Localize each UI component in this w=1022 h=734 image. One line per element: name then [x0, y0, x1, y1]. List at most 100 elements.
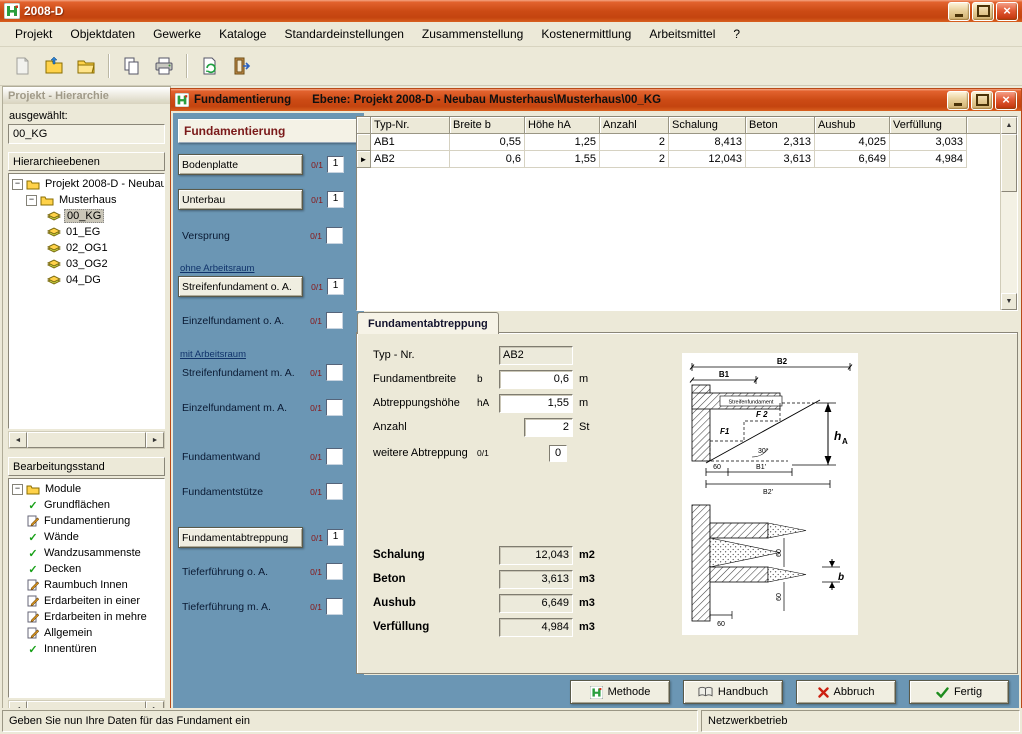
- selected-value-field[interactable]: 00_KG: [8, 124, 165, 144]
- einzelfundament-oa-button[interactable]: Einzelfundament o. A.: [178, 313, 302, 329]
- tab-fundamentabtreppung[interactable]: Fundamentabtreppung: [357, 312, 499, 334]
- collapse-icon[interactable]: −: [12, 484, 23, 495]
- count-field[interactable]: [326, 227, 343, 244]
- menubar: Projekt Objektdaten Gewerke Kataloge Sta…: [0, 22, 1022, 47]
- table-vscrollbar[interactable]: ▲ ▼: [1000, 117, 1017, 310]
- maximize-button[interactable]: [972, 2, 994, 21]
- minimize-button[interactable]: [947, 91, 969, 110]
- typ-field[interactable]: AB2: [499, 346, 573, 365]
- anzahl-field[interactable]: 2: [524, 418, 573, 437]
- versprung-button[interactable]: Versprung: [178, 228, 302, 244]
- row-selector[interactable]: [357, 134, 371, 151]
- count-field[interactable]: [326, 399, 343, 416]
- open-project-button[interactable]: [40, 52, 68, 80]
- abtreppungshoehe-field[interactable]: 1,55: [499, 394, 573, 413]
- module-item[interactable]: ✓ Decken: [9, 561, 164, 577]
- copy-button[interactable]: [118, 52, 146, 80]
- bodenplatte-button[interactable]: Bodenplatte: [178, 154, 303, 175]
- menu-zusammenstellung[interactable]: Zusammenstellung: [413, 24, 532, 44]
- aushub-row: Aushub 6,649 m3: [373, 594, 595, 612]
- print-icon: [154, 56, 174, 76]
- tree-item-floor[interactable]: 00_KG: [9, 208, 164, 224]
- count-field[interactable]: [326, 448, 343, 465]
- fundamentabtreppung-button[interactable]: Fundamentabtreppung: [178, 527, 303, 548]
- tree-item-project[interactable]: − Projekt 2008-D - Neubau: [9, 176, 164, 192]
- tree-item-floor[interactable]: 01_EG: [9, 224, 164, 240]
- tree-item-building[interactable]: − Musterhaus: [9, 192, 164, 208]
- count-field[interactable]: [326, 364, 343, 381]
- module-item[interactable]: ✓ Wände: [9, 529, 164, 545]
- table-row-selected[interactable]: ► AB2 0,6 1,55 2 12,043 3,613 6,649 4,98…: [357, 151, 1017, 168]
- streifenfundament-ma-button[interactable]: Streifenfundament m. A.: [178, 365, 302, 381]
- current-row-marker-icon[interactable]: ►: [357, 151, 371, 168]
- tree-item-modules-root[interactable]: − Module: [9, 481, 164, 497]
- scroll-right-icon[interactable]: ►: [146, 432, 164, 448]
- module-content: Fundamentierung Bodenplatte 0/1 1 Unterb…: [171, 111, 1021, 711]
- module-item[interactable]: Raumbuch Innen: [9, 577, 164, 593]
- count-field[interactable]: 1: [327, 278, 344, 295]
- new-document-button[interactable]: [8, 52, 36, 80]
- unterbau-button[interactable]: Unterbau: [178, 189, 303, 210]
- folder-button[interactable]: [72, 52, 100, 80]
- module-item[interactable]: ✓ Grundflächen: [9, 497, 164, 513]
- scroll-thumb[interactable]: [1001, 134, 1017, 192]
- fertig-button[interactable]: Fertig: [909, 680, 1009, 704]
- count-field[interactable]: 1: [327, 191, 344, 208]
- tieferfuehrung-ma-button[interactable]: Tieferführung m. A.: [178, 599, 302, 615]
- fundamentbreite-field[interactable]: 0,6: [499, 370, 573, 389]
- collapse-icon[interactable]: −: [26, 195, 37, 206]
- minimize-button[interactable]: [948, 2, 970, 21]
- abbruch-button[interactable]: Abbruch: [796, 680, 896, 704]
- scroll-up-icon[interactable]: ▲: [1001, 117, 1017, 134]
- module-item[interactable]: ✓ Innentüren: [9, 641, 164, 657]
- collapse-icon[interactable]: −: [12, 179, 23, 190]
- hierarchy-hscrollbar[interactable]: ◄ ►: [8, 431, 165, 449]
- einzelfundament-ma-button[interactable]: Einzelfundament m. A.: [178, 400, 302, 416]
- menu-standardeinstellungen[interactable]: Standardeinstellungen: [275, 24, 412, 44]
- menu-gewerke[interactable]: Gewerke: [144, 24, 210, 44]
- close-button[interactable]: ×: [996, 2, 1018, 21]
- menu-kataloge[interactable]: Kataloge: [210, 24, 275, 44]
- foundation-table: Typ-Nr. Breite b Höhe hA Anzahl Schalung…: [356, 116, 1018, 311]
- scroll-down-icon[interactable]: ▼: [1001, 293, 1017, 310]
- menu-help[interactable]: ?: [724, 24, 749, 44]
- menu-kostenermittlung[interactable]: Kostenermittlung: [532, 24, 640, 44]
- close-button[interactable]: ×: [995, 91, 1017, 110]
- menu-objektdaten[interactable]: Objektdaten: [61, 24, 144, 44]
- streifenfundament-oa-button[interactable]: Streifenfundament o. A.: [178, 276, 303, 297]
- book-icon: [698, 686, 713, 698]
- column-header: Schalung: [669, 117, 746, 134]
- weitere-abtreppung-field[interactable]: 0: [549, 445, 567, 462]
- tree-item-floor[interactable]: 04_DG: [9, 272, 164, 288]
- maximize-button[interactable]: [971, 91, 993, 110]
- menu-arbeitsmittel[interactable]: Arbeitsmittel: [640, 24, 724, 44]
- count-field[interactable]: [326, 598, 343, 615]
- check-icon: [936, 687, 949, 698]
- count-field[interactable]: 1: [327, 529, 344, 546]
- module-item[interactable]: Allgemein: [9, 625, 164, 641]
- module-item[interactable]: ✓ Wandzusammenste: [9, 545, 164, 561]
- scroll-left-icon[interactable]: ◄: [9, 432, 27, 448]
- module-item[interactable]: Erdarbeiten in mehre: [9, 609, 164, 625]
- print-button[interactable]: [150, 52, 178, 80]
- export-button[interactable]: [196, 52, 224, 80]
- exit-button[interactable]: [228, 52, 256, 80]
- module-item[interactable]: Fundamentierung: [9, 513, 164, 529]
- count-field[interactable]: [326, 312, 343, 329]
- fundamentstuetze-button[interactable]: Fundamentstütze: [178, 484, 302, 500]
- count-field[interactable]: [326, 483, 343, 500]
- tree-item-floor[interactable]: 03_OG2: [9, 256, 164, 272]
- status-header: Bearbeitungsstand: [8, 457, 165, 476]
- count-field[interactable]: [326, 563, 343, 580]
- module-item[interactable]: Erdarbeiten in einer: [9, 593, 164, 609]
- count-field[interactable]: 1: [327, 156, 344, 173]
- handbuch-button[interactable]: Handbuch: [683, 680, 783, 704]
- methode-button[interactable]: Methode: [570, 680, 670, 704]
- table-row[interactable]: AB1 0,55 1,25 2 8,413 2,313 4,025 3,033: [357, 134, 1017, 151]
- fundamentwand-button[interactable]: Fundamentwand: [178, 449, 302, 465]
- menu-projekt[interactable]: Projekt: [6, 24, 61, 44]
- schalung-label: Schalung: [373, 549, 477, 561]
- scroll-thumb[interactable]: [27, 432, 146, 448]
- tree-item-floor[interactable]: 02_OG1: [9, 240, 164, 256]
- tieferfuehrung-oa-button[interactable]: Tieferführung o. A.: [178, 564, 302, 580]
